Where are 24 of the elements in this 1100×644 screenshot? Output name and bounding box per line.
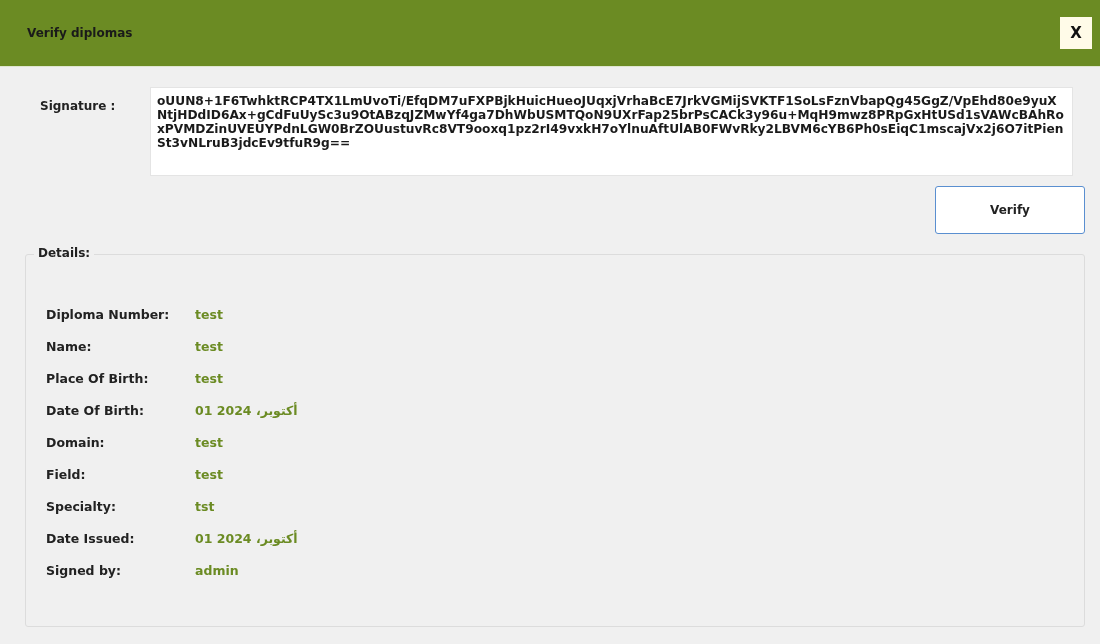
field-value: 01 2024 ،أكتوبر — [195, 402, 299, 420]
field-label: Place Of Birth: — [46, 370, 150, 388]
details-title: Details: — [34, 246, 95, 260]
signature-field[interactable]: oUUN8+1F6TwhktRCP4TX1LmUvoTi/EfqDM7uFXPBjkHuicHueoJUqxjVrhaBcE7JrkVGMijSVKTF1SoLsFznVbapQg45GgZ/VpEhd80e9yuXNtjHDdID6Ax+gCdFuUySc3u9OtABzqJZMwYf4ga7DhWbUSMTQoN9UXrFap25brPsCACk3y96u+MqH9mwz8PRpGxHtUSd1sVAWcBAhRoxPVMDZinUVEUYPdnLGW0BrZOUustuvRc8VT9ooxq1pz2rI49vxkH7oYlnuAftUlAB0FWvRky2LBVM6cYB6Ph0sEiqC1mscajVx2j6O7itPienSt3vNLruB3jdcEv9tfuR9g== — [150, 87, 1073, 176]
field-label: Specialty: — [46, 498, 117, 516]
verify-button[interactable]: Verify — [935, 186, 1085, 234]
field-value: 01 2024 ،أكتوبر — [195, 530, 299, 548]
field-label: Field: — [46, 466, 87, 484]
field-label: Name: — [46, 338, 93, 356]
window-title: Verify diplomas — [27, 26, 133, 40]
close-button[interactable]: X — [1060, 17, 1092, 49]
field-label: Date Of Birth: — [46, 402, 145, 420]
field-value: test — [195, 306, 224, 324]
field-value: admin — [195, 562, 240, 580]
field-label: Date Issued: — [46, 530, 136, 548]
field-value: tst — [195, 498, 216, 516]
field-label: Signed by: — [46, 562, 122, 580]
field-value: test — [195, 370, 224, 388]
signature-label: Signature : — [39, 98, 117, 113]
field-label: Diploma Number: — [46, 306, 171, 324]
field-value: test — [195, 338, 224, 356]
field-value: test — [195, 466, 224, 484]
field-label: Domain: — [46, 434, 106, 452]
field-value: test — [195, 434, 224, 452]
